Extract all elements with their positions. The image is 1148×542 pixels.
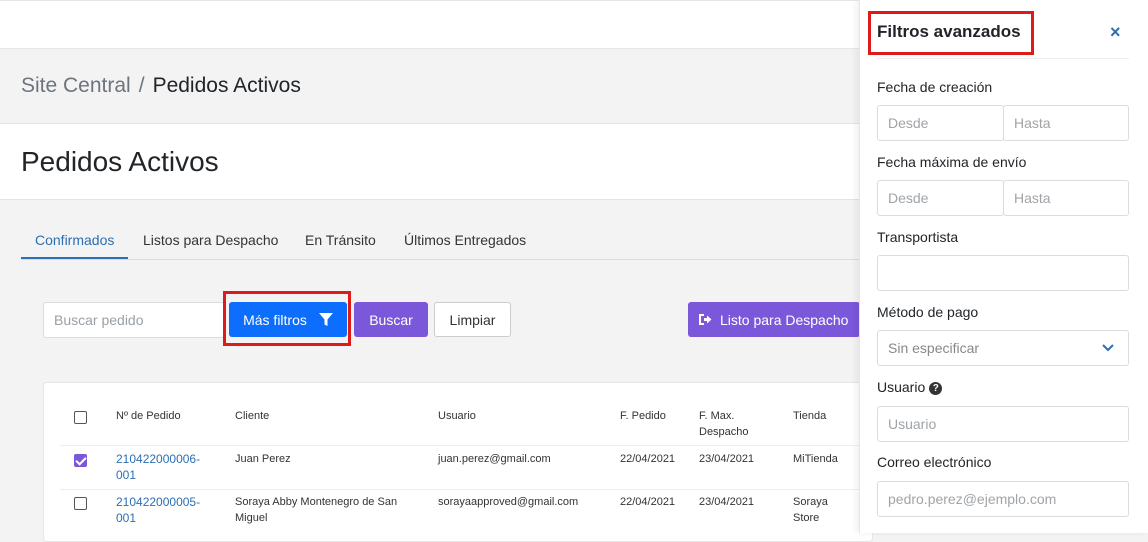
order-date: 22/04/2021 [620, 453, 676, 465]
client-name: Juan Perez [235, 453, 291, 465]
filter-icon [318, 312, 333, 326]
max-ship-date-label: Fecha máxima de envío [877, 154, 1027, 170]
carrier-input[interactable] [877, 255, 1129, 291]
max-ship-date-from-input[interactable] [877, 180, 1004, 216]
row-divider [60, 445, 860, 446]
header-max-dispatch-line2: Despacho [699, 426, 749, 438]
order-number-link-suffix[interactable]: 001 [116, 467, 136, 483]
payment-method-label: Método de pago [877, 304, 979, 320]
order-date: 22/04/2021 [620, 496, 676, 508]
max-ship-date-to-input[interactable] [1003, 180, 1129, 216]
tab-en-transito[interactable]: En Tránsito [305, 222, 376, 258]
email-label: Correo electrónico [877, 454, 992, 470]
order-number-link-suffix[interactable]: 001 [116, 510, 136, 526]
header-store: Tienda [793, 410, 827, 422]
search-button[interactable]: Buscar [354, 302, 428, 337]
user-email: sorayaapproved@gmail.com [438, 496, 579, 508]
breadcrumb-separator: / [138, 74, 145, 97]
ready-for-dispatch-label: Listo para Despacho [720, 311, 849, 328]
payment-method-select[interactable]: Sin especificar [877, 330, 1129, 366]
user-filter-input[interactable] [877, 406, 1129, 442]
client-name-line2: Miguel [235, 512, 268, 524]
sign-out-icon [699, 314, 712, 325]
client-name: Soraya Abby Montenegro de San [235, 496, 398, 508]
more-filters-button[interactable]: Más filtros [229, 302, 347, 337]
page-title: Pedidos Activos [21, 146, 219, 177]
tab-listos-para-despacho[interactable]: Listos para Despacho [143, 222, 278, 258]
select-all-checkbox[interactable] [74, 411, 87, 424]
tab-confirmados[interactable]: Confirmados [21, 222, 129, 259]
ready-for-dispatch-button[interactable]: Listo para Despacho [688, 302, 860, 337]
creation-date-from-input[interactable] [877, 105, 1004, 141]
clear-button[interactable]: Limpiar [434, 302, 511, 337]
order-number-link[interactable]: 210422000005- [116, 494, 200, 510]
user-filter-label-row: Usuario? [877, 379, 943, 395]
header-order-date: F. Pedido [620, 410, 666, 422]
chevron-down-icon [1102, 344, 1114, 352]
store-name: MiTienda [793, 453, 838, 465]
breadcrumb: Site Central / Pedidos Activos [21, 72, 301, 100]
store-name-line2: Store [793, 512, 820, 524]
order-tabs: Confirmados Listos para Despacho En Trán… [21, 222, 901, 260]
question-circle-icon[interactable]: ? [929, 382, 943, 395]
max-dispatch-date: 23/04/2021 [699, 496, 755, 508]
creation-date-label: Fecha de creación [877, 79, 993, 95]
header-user: Usuario [438, 410, 476, 422]
payment-method-value: Sin especificar [888, 340, 980, 356]
row-checkbox[interactable] [74, 454, 87, 467]
panel-divider [877, 58, 1129, 59]
panel-title: Filtros avanzados [877, 22, 1021, 41]
tab-ultimos-entregados[interactable]: Últimos Entregados [404, 222, 526, 258]
close-icon[interactable]: × [1110, 22, 1121, 43]
search-order-input[interactable] [43, 302, 225, 338]
header-max-dispatch-line1: F. Max. [699, 410, 735, 422]
user-email: juan.perez@gmail.com [438, 453, 551, 465]
more-filters-label: Más filtros [243, 311, 307, 328]
store-name: Soraya [793, 496, 828, 508]
user-filter-label: Usuario [877, 379, 926, 395]
header-order-no: Nº de Pedido [116, 410, 181, 422]
email-input[interactable] [877, 481, 1129, 517]
max-dispatch-date: 23/04/2021 [699, 453, 755, 465]
breadcrumb-parent[interactable]: Site Central [21, 74, 131, 97]
header-client: Cliente [235, 410, 270, 422]
row-checkbox[interactable] [74, 497, 87, 510]
breadcrumb-current: Pedidos Activos [152, 74, 301, 97]
order-number-link[interactable]: 210422000006- [116, 451, 200, 467]
row-divider [60, 489, 860, 490]
creation-date-to-input[interactable] [1003, 105, 1129, 141]
carrier-label: Transportista [877, 229, 959, 245]
